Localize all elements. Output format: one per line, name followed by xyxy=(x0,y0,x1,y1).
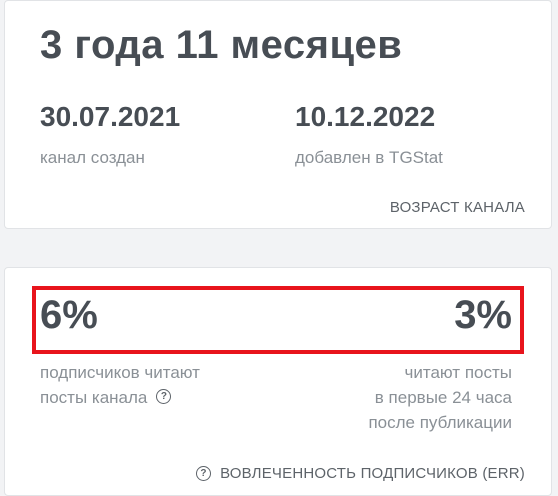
created-date: 30.07.2021 xyxy=(40,101,181,132)
engagement-footer: ? ВОВЛЕЧЕННОСТЬ ПОДПИСЧИКОВ (ERR) xyxy=(196,465,525,482)
err24-percent-value: 3% xyxy=(454,293,512,337)
err-description: подписчиков читают посты канала? xyxy=(40,360,200,410)
err24-description-line2: в первые 24 часа xyxy=(374,388,512,407)
engagement-footer-label: ВОВЛЕЧЕННОСТЬ ПОДПИСЧИКОВ (ERR) xyxy=(220,465,525,482)
added-label: добавлен в TGStat xyxy=(295,148,443,167)
question-circle-icon[interactable]: ? xyxy=(156,389,172,405)
created-label: канал создан xyxy=(40,148,145,167)
err-description-line2: посты канала xyxy=(40,388,148,407)
err24-description-line1: читают посты xyxy=(404,363,512,382)
err24-description: читают посты в первые 24 часа после публ… xyxy=(368,360,512,435)
channel-age-value: 3 года 11 месяцев xyxy=(40,23,403,67)
channel-age-card: 3 года 11 месяцев 30.07.2021 канал созда… xyxy=(4,0,552,229)
channel-age-footer: ВОЗРАСТ КАНАЛА xyxy=(389,199,525,216)
engagement-card: 6% 3% подписчиков читают посты канала? ч… xyxy=(4,267,552,496)
err24-description-line3: после публикации xyxy=(368,413,512,432)
err-description-line1: подписчиков читают xyxy=(40,363,200,382)
highlight-box xyxy=(32,286,524,354)
footer-question-circle-icon[interactable]: ? xyxy=(196,466,212,481)
err-percent-value: 6% xyxy=(40,293,98,337)
added-date: 10.12.2022 xyxy=(295,101,436,132)
